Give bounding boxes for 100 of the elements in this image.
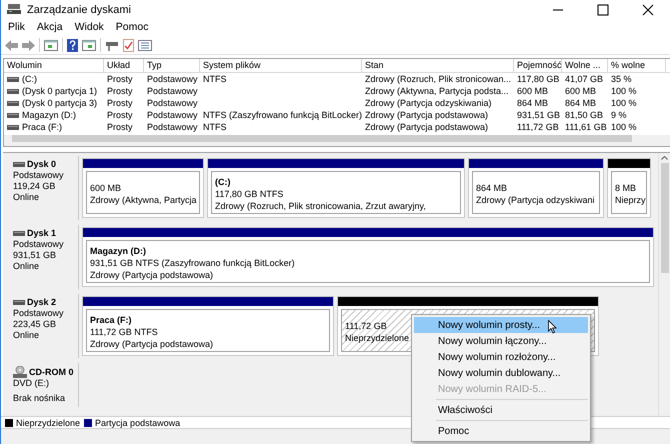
table-cell: 600 MB: [517, 85, 548, 97]
table-cell: 9 %: [611, 109, 627, 121]
table-cell: 100 %: [611, 85, 637, 97]
table-cell: Podstawowy: [147, 109, 198, 121]
menu-item[interactable]: Pomoc: [414, 423, 588, 439]
table-cell: NTFS: [203, 73, 226, 85]
mouse-cursor-icon: [548, 320, 558, 334]
checklist-icon[interactable]: [123, 38, 134, 52]
menu-bar-item[interactable]: Widok: [74, 20, 104, 36]
partition-size: 111,72 GB: [345, 320, 387, 332]
legend-label: Nieprzydzielone: [16, 416, 80, 428]
menu-item[interactable]: Właściwości: [414, 402, 588, 418]
table-cell: 117,80 GB: [517, 73, 560, 85]
table-cell: Prosty: [107, 85, 133, 97]
column-header[interactable]: Typ: [144, 59, 200, 72]
table-cell: Zdrowy (Rozruch, Plik stronicowan...: [365, 73, 512, 85]
column-header[interactable]: % wolne: [608, 59, 666, 72]
menu-bar-item[interactable]: Akcja: [36, 20, 63, 36]
properties-icon[interactable]: [138, 40, 152, 50]
partition-block[interactable]: 8 MB Nieprzy: [607, 158, 651, 218]
table-cell: Zdrowy (Partycja odzyskiwania): [365, 97, 492, 109]
disk-size: 119,24 GB: [13, 181, 56, 192]
partition-block[interactable]: (C:) 117,80 GB NTFS Zdrowy (Rozruch, Plik stronicowania, Zrzut awaryjny,: [207, 158, 465, 218]
disk-name: Dysk 2: [27, 297, 56, 308]
partition-status: Zdrowy (Partycja podstawowa): [90, 338, 214, 350]
partition-size: 931,51 GB NTFS (Zaszyfrowano funkcją BitLocker): [90, 256, 295, 268]
table-cell: Podstawowy: [147, 73, 198, 85]
partition-block[interactable]: Praca (F:) 111,72 GB NTFS Zdrowy (Partycja podstawowa): [82, 296, 334, 356]
partition-block[interactable]: 600 MB Zdrowy (Aktywna, Partycja: [82, 158, 204, 218]
table-cell: 41,07 GB: [565, 73, 604, 85]
partition-status: Nieprzy: [615, 194, 646, 206]
partition-size: 117,80 GB NTFS: [215, 188, 284, 200]
disk-type: Podstawowy: [13, 239, 64, 250]
volume-name: Magazyn (D:): [22, 109, 76, 121]
table-cell: NTFS: [203, 121, 226, 133]
table-cell: 81,50 GB: [565, 109, 604, 121]
table-cell: 100 %: [611, 121, 637, 133]
window-title: Zarządzanie dyskami: [27, 2, 131, 18]
partition-size: 111,72 GB NTFS: [90, 326, 158, 338]
app-icon: [7, 4, 21, 16]
table-cell: 35 %: [611, 73, 632, 85]
disk-icon: [7, 112, 19, 118]
partition-block[interactable]: 864 MB Zdrowy (Partycja odzyskiwani: [468, 158, 604, 218]
volume-name: (Dysk 0 partycja 3): [22, 97, 98, 109]
column-header[interactable]: System plików: [200, 59, 362, 72]
partition-status: Zdrowy (Rozruch, Plik stronicowania, Zrzut awaryjny,: [215, 200, 426, 212]
table-cell: 864 MB: [565, 97, 596, 109]
disk-status: Online: [13, 330, 40, 341]
column-header[interactable]: Wolumin: [4, 59, 104, 72]
disk-size: 931,51 GB: [13, 250, 56, 261]
console-tree-icon[interactable]: [44, 40, 58, 50]
table-cell: Podstawowy: [147, 121, 198, 133]
disk-icon: [7, 124, 19, 130]
scroll-up-icon[interactable]: [661, 156, 668, 160]
disk-name: Dysk 1: [27, 228, 56, 239]
disk-icon: [13, 300, 25, 305]
table-cell: Zdrowy (Partycja podstawowa): [365, 121, 488, 133]
disk-name: CD-ROM 0: [29, 366, 74, 378]
disk-size: 223,45 GB: [13, 319, 56, 330]
table-cell: 600 MB: [565, 85, 596, 97]
back-arrow-icon[interactable]: [5, 40, 18, 50]
help-icon[interactable]: [67, 38, 78, 52]
table-cell: NTFS (Zaszyfrowano funkcją BitLocker): [203, 109, 362, 121]
disk-status: Online: [13, 192, 40, 203]
horizontal-scrollbar[interactable]: [4, 135, 670, 146]
partition-size: 8 MB: [615, 182, 636, 194]
menu-item[interactable]: Nowy wolumin prosty...: [414, 317, 588, 333]
table-cell: 100 %: [611, 97, 637, 109]
column-header[interactable]: Stan: [362, 59, 514, 72]
column-header[interactable]: Układ: [104, 59, 144, 72]
partition-status: Nieprzydzielone: [345, 332, 410, 344]
disk-status: Brak nośnika: [13, 393, 66, 404]
partition-block[interactable]: Magazyn (D:) 931,51 GB NTFS (Zaszyfrowano funkcją BitLocker) Zdrowy (Partycja podstawowa): [82, 227, 654, 287]
disk-icon: [13, 231, 25, 236]
menu-bar-item[interactable]: Pomoc: [116, 20, 148, 36]
volume-name: (C:): [22, 73, 37, 85]
menu-bar-item[interactable]: Plik: [8, 20, 25, 36]
menu-item[interactable]: Nowy wolumin dublowany...: [414, 365, 588, 381]
partition-size: 864 MB: [476, 182, 508, 194]
partition-status: Zdrowy (Partycja odzyskiwani: [476, 194, 595, 206]
column-header[interactable]: Wolne ...: [562, 59, 608, 72]
window-panel-icon[interactable]: [82, 40, 96, 50]
disk-type: DVD (E:): [13, 378, 49, 389]
legend-label: Partycja podstawowa: [95, 416, 180, 428]
disk-name: Dysk 0: [27, 159, 56, 170]
volume-name: (Dysk 0 partycja 1): [22, 85, 98, 97]
table-cell: Prosty: [107, 109, 133, 121]
disk-status: Online: [13, 261, 40, 272]
volume-name: Praca (F:): [22, 121, 62, 133]
disk-icon: [7, 88, 19, 94]
forward-arrow-icon[interactable]: [22, 40, 35, 50]
table-cell: Prosty: [107, 97, 133, 109]
partition-name: Magazyn (D:): [90, 244, 146, 256]
vertical-scrollbar[interactable]: [658, 153, 670, 416]
column-header[interactable]: Pojemność: [514, 59, 562, 72]
partition-name: (C:): [215, 176, 230, 188]
table-cell: Prosty: [107, 73, 133, 85]
table-cell: Prosty: [107, 121, 133, 133]
table-cell: 931,51 GB: [517, 109, 560, 121]
menu-item[interactable]: Nowy wolumin łączony...: [414, 333, 588, 349]
